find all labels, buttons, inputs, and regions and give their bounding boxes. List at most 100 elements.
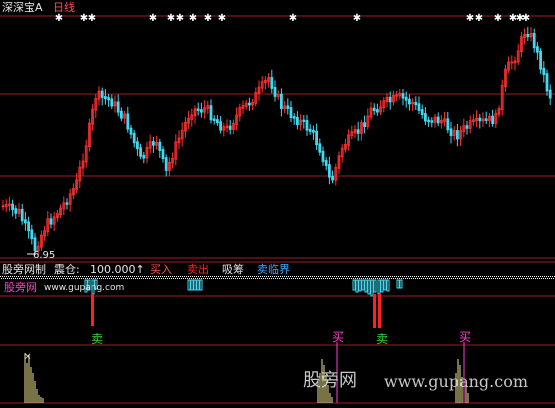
- band-dot: [365, 278, 366, 279]
- band-dot: [142, 276, 143, 277]
- band-dot: [487, 278, 488, 279]
- band-dot: [273, 278, 274, 279]
- band-dot: [466, 276, 467, 277]
- band-dot: [2, 276, 3, 277]
- band-dot: [490, 276, 491, 277]
- band-dot: [169, 278, 170, 279]
- band-dot: [403, 278, 404, 279]
- band-dot: [279, 278, 280, 279]
- band-dot: [160, 276, 161, 277]
- site-name: 股旁网: [4, 281, 37, 294]
- band-dot: [544, 276, 545, 277]
- candle-body: [539, 50, 542, 70]
- band-dot: [215, 278, 216, 279]
- band-dot: [381, 278, 382, 279]
- band-dot: [518, 276, 519, 277]
- band-dot: [533, 278, 534, 279]
- band-dot: [303, 278, 304, 279]
- band-dot: [29, 278, 30, 279]
- band-dot: [76, 276, 77, 277]
- band-dot: [78, 276, 79, 277]
- band-dot: [358, 276, 359, 277]
- band-dot: [363, 278, 364, 279]
- band-dot: [338, 276, 339, 277]
- band-dot: [230, 276, 231, 277]
- band-dot: [336, 276, 337, 277]
- band-dot: [457, 278, 458, 279]
- band-dot: [56, 276, 57, 277]
- band-dot: [527, 278, 528, 279]
- band-dot: [329, 278, 330, 279]
- candle-body: [120, 110, 123, 119]
- band-dot: [246, 276, 247, 277]
- band-dot: [184, 276, 185, 277]
- band-dot: [525, 278, 526, 279]
- band-dot: [526, 276, 527, 277]
- band-dot: [79, 278, 80, 279]
- band-dot: [394, 276, 395, 277]
- band-dot: [484, 276, 485, 277]
- band-dot: [393, 278, 394, 279]
- band-dot: [387, 278, 388, 279]
- band-dot: [545, 278, 546, 279]
- band-dot: [534, 276, 535, 277]
- band-dot: [133, 278, 134, 279]
- candle-body: [407, 98, 411, 105]
- sell-signal-sticks: [91, 294, 381, 328]
- band-dot: [288, 276, 289, 277]
- band-dot: [159, 278, 160, 279]
- candle-body: [279, 93, 283, 109]
- band-dot: [472, 276, 473, 277]
- band-dot: [5, 278, 6, 279]
- band-dot: [368, 276, 369, 277]
- band-dot: [414, 276, 415, 277]
- band-dot: [418, 276, 419, 277]
- band-dot: [476, 276, 477, 277]
- band-dot: [220, 276, 221, 277]
- band-dot: [28, 276, 29, 277]
- candle-body: [196, 108, 200, 111]
- band-dot: [464, 276, 465, 277]
- band-dot: [530, 276, 531, 277]
- candle-body: [446, 118, 450, 131]
- chart-canvas[interactable]: ✱ ✱ ✱ ✱ ✱ ✱ ✱ ✱ ✱ ✱ ✱ ✱ ✱ ✱ ✱✱✱ ×: [0, 0, 555, 408]
- band-dot: [244, 276, 245, 277]
- period-label[interactable]: 日线: [53, 2, 75, 13]
- band-dot: [274, 276, 275, 277]
- band-dot: [165, 278, 166, 279]
- band-dot: [539, 278, 540, 279]
- band-dot: [513, 278, 514, 279]
- band-dot: [372, 276, 373, 277]
- band-dot: [203, 278, 204, 279]
- grid-lines: [0, 15, 555, 404]
- accumulate-bar: [199, 279, 203, 291]
- band-dot: [378, 276, 379, 277]
- candle-body: [209, 105, 213, 121]
- band-dot: [181, 278, 182, 279]
- low-price-label: 6.95: [33, 250, 56, 261]
- accumulate-bars: [84, 279, 403, 297]
- band-dot: [261, 278, 262, 279]
- band-dot: [375, 278, 376, 279]
- candle-body: [49, 218, 53, 225]
- candle-body: [465, 125, 469, 129]
- band-dot: [331, 278, 332, 279]
- band-dot: [229, 278, 230, 279]
- band-dot: [344, 276, 345, 277]
- band-dot: [266, 276, 267, 277]
- candle-body: [142, 154, 146, 159]
- band-dot: [182, 276, 183, 277]
- band-dot: [550, 276, 551, 277]
- band-dot: [90, 276, 91, 277]
- band-dot: [383, 278, 384, 279]
- indicator-name[interactable]: 股旁网制: [2, 264, 46, 275]
- sell-signal-label-strong: 卖: [376, 332, 389, 346]
- position-value: 100.000↑: [90, 263, 145, 276]
- band-dot: [98, 276, 99, 277]
- band-dot: [392, 276, 393, 277]
- band-dot: [21, 278, 22, 279]
- band-dot: [302, 276, 303, 277]
- signal-star: ✱: [167, 13, 175, 24]
- candle-body: [305, 120, 309, 131]
- band-dot: [404, 276, 405, 277]
